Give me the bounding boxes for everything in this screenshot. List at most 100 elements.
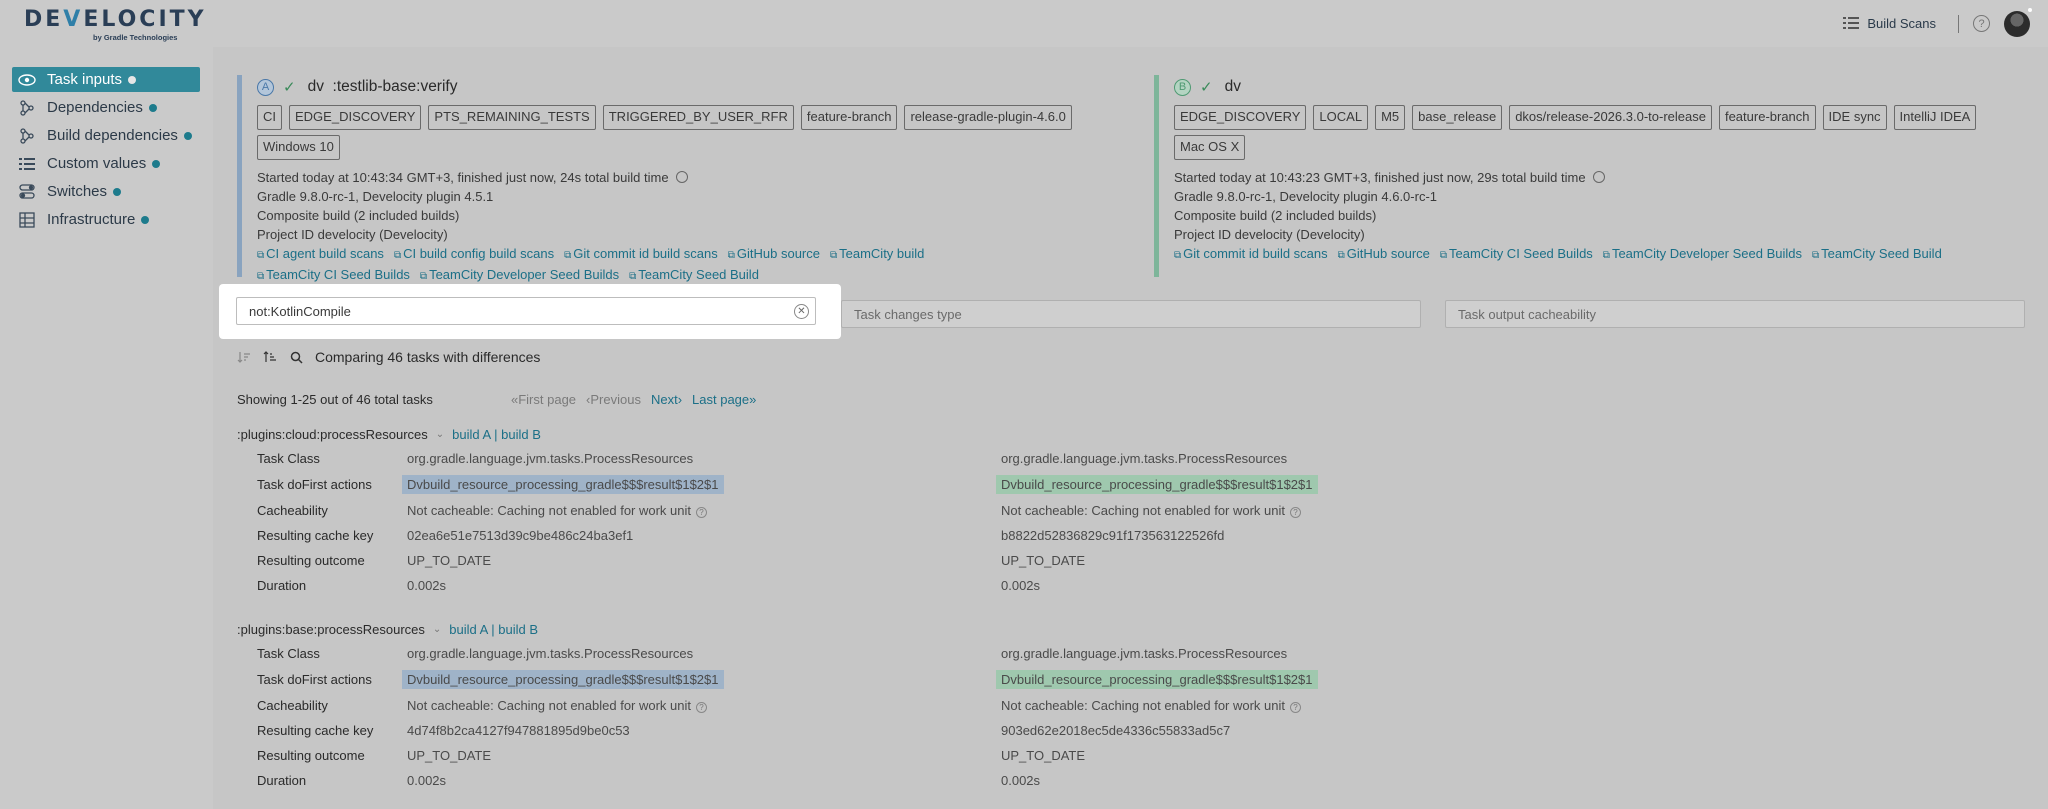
help-icon[interactable]: ? [696,506,708,518]
tag[interactable]: CI [257,105,282,130]
property-row: Duration 0.002s 0.002s [257,574,1040,596]
external-link[interactable]: ⧉ TeamCity Seed Build [629,267,759,282]
task-comparison: :plugins:base:processResources ⌄ build A… [237,620,538,638]
help-icon[interactable]: ? [1973,15,1990,32]
avatar[interactable] [2004,7,2032,37]
build-a-link[interactable]: build A [449,622,487,637]
list-icon [18,156,36,171]
sidebar-item-switches[interactable]: Switches [12,179,200,204]
build-a-badge: A [257,78,274,96]
build-b-composite: Composite build (2 included builds) [1174,208,1377,223]
develocity-logo[interactable]: DEVELOCITY by Gradle Technologies [24,9,207,43]
build-a-value: org.gradle.language.jvm.tasks.ProcessRes… [407,450,694,466]
tag[interactable]: PTS_REMAINING_TESTS [428,105,596,130]
tag[interactable]: LOCAL [1313,105,1369,130]
link-separator: | [491,621,495,637]
property-label: Resulting cache key [257,722,374,738]
tag[interactable]: M5 [1375,105,1406,130]
property-label: Task Class [257,450,320,466]
tag[interactable]: feature-branch [800,105,898,130]
build-a-tags: CI EDGE_DISCOVERY PTS_REMAINING_TESTS TR… [257,105,1097,160]
sidebar-item-build-dependencies[interactable]: Build dependencies [12,123,200,148]
sidebar-item-infrastructure[interactable]: Infrastructure [12,207,200,232]
external-link-icon: ⧉ [829,250,838,261]
tag[interactable]: dkos/release-2026.3.0-to-release [1509,105,1712,130]
build-b-project: Project ID develocity (Develocity) [1174,227,1365,242]
help-icon[interactable]: ? [1290,506,1302,518]
tag[interactable]: base_release [1412,105,1503,130]
clear-icon[interactable]: ✕ [794,304,809,319]
property-label: Resulting outcome [257,552,365,568]
tag[interactable]: Mac OS X [1174,135,1246,160]
external-link[interactable]: ⧉ GitHub source [1338,246,1430,261]
build-scans-link[interactable]: Build Scans [1843,16,1936,31]
tag[interactable]: feature-branch [1718,105,1816,130]
sort-icon[interactable] [237,350,251,364]
build-b-value: UP_TO_DATE [1001,552,1086,568]
build-b-link[interactable]: build B [501,427,541,442]
task-output-cacheability-select[interactable]: Task output cacheability [1445,300,2025,328]
tag[interactable]: IDE sync [1822,105,1887,130]
build-a-value: Not cacheable: Caching not enabled for w… [407,503,708,518]
property-row: Task Class org.gradle.language.jvm.tasks… [257,447,1287,469]
external-link[interactable]: ⧉ TeamCity CI Seed Builds [257,267,410,282]
tag[interactable]: IntelliJ IDEA [1893,105,1977,130]
sidebar-item-task-inputs[interactable]: Task inputs [12,67,200,92]
sidebar-item-dependencies[interactable]: Dependencies [12,95,200,120]
build-b-value: 0.002s [1001,772,1041,788]
sort-ascending-icon[interactable] [263,350,277,364]
external-link[interactable]: ⧉ TeamCity Seed Build [1812,246,1942,261]
external-link[interactable]: ⧉ CI build config build scans [394,246,554,261]
tag[interactable]: EDGE_DISCOVERY [289,105,422,130]
external-link[interactable]: ⧉ TeamCity Developer Seed Builds [420,267,619,282]
first-page-link[interactable]: «First page [511,392,576,407]
external-link-icon: ⧉ [257,271,265,282]
main-content: A ✓ dv :testlib-base:verify CI EDGE_DISC… [213,47,2048,809]
property-row: Resulting cache key 02ea6e51e7513d39c9be… [257,524,1224,546]
build-a-value: 4d74f8b2ca4127f947881895d9be0c53 [407,722,630,738]
external-link[interactable]: ⧉ GitHub source [728,246,820,261]
chevron-down-icon[interactable]: ⌄ [433,624,441,635]
last-page-link[interactable]: Last page» [692,392,756,407]
build-a-started: Started today at 10:43:34 GMT+3, finishe… [257,170,669,185]
globe-icon[interactable] [1592,171,1605,183]
build-a-value: UP_TO_DATE [407,747,492,763]
top-bar: DEVELOCITY by Gradle Technologies Build … [0,0,2048,47]
previous-page-link[interactable]: ‹Previous [586,392,641,407]
tag[interactable]: EDGE_DISCOVERY [1174,105,1307,130]
build-b-value: org.gradle.language.jvm.tasks.ProcessRes… [1001,645,1288,661]
search-icon[interactable] [289,350,303,364]
external-link[interactable]: ⧉ Git commit id build scans [1174,246,1328,261]
build-a-value: org.gradle.language.jvm.tasks.ProcessRes… [407,645,694,661]
sidebar-item-custom-values[interactable]: Custom values [12,151,200,176]
build-a-value: Not cacheable: Caching not enabled for w… [407,698,708,713]
next-page-link[interactable]: Next› [651,392,682,407]
eye-icon [18,72,36,87]
sidebar-item-label: Infrastructure [47,211,136,228]
property-label: Duration [257,772,307,788]
globe-icon[interactable] [675,171,688,183]
external-link[interactable]: ⧉ TeamCity build [830,246,924,261]
external-link[interactable]: ⧉ CI agent build scans [257,246,384,261]
external-link[interactable]: ⧉ Git commit id build scans [564,246,718,261]
help-icon[interactable]: ? [696,701,708,713]
task-filter-input[interactable]: not:KotlinCompile ✕ [236,297,816,325]
build-b-value: Not cacheable: Caching not enabled for w… [1001,698,1302,713]
build-b-title[interactable]: dv [1225,78,1241,96]
external-link[interactable]: ⧉ TeamCity Developer Seed Builds [1603,246,1802,261]
task-changes-type-select[interactable]: Task changes type [841,300,1421,328]
showing-count: Showing 1-25 out of 46 total tasks [237,392,433,407]
build-a-title[interactable]: dv :testlib-base:verify [308,78,458,96]
tag[interactable]: Windows 10 [257,135,340,160]
build-b-link[interactable]: build B [498,622,538,637]
comparing-summary: Comparing 46 tasks with differences [315,349,541,365]
external-link[interactable]: ⧉ TeamCity CI Seed Builds [1440,246,1593,261]
change-indicator [152,159,161,168]
chevron-down-icon[interactable]: ⌄ [436,429,444,440]
divider [1958,14,1959,33]
tag[interactable]: release-gradle-plugin-4.6.0 [904,105,1072,130]
build-a-link[interactable]: build A [452,427,490,442]
help-icon[interactable]: ? [1290,701,1302,713]
build-b-value: 903ed62e2018ec5de4336c55833ad5c7 [1001,722,1231,738]
tag[interactable]: TRIGGERED_BY_USER_RFR [602,105,794,130]
